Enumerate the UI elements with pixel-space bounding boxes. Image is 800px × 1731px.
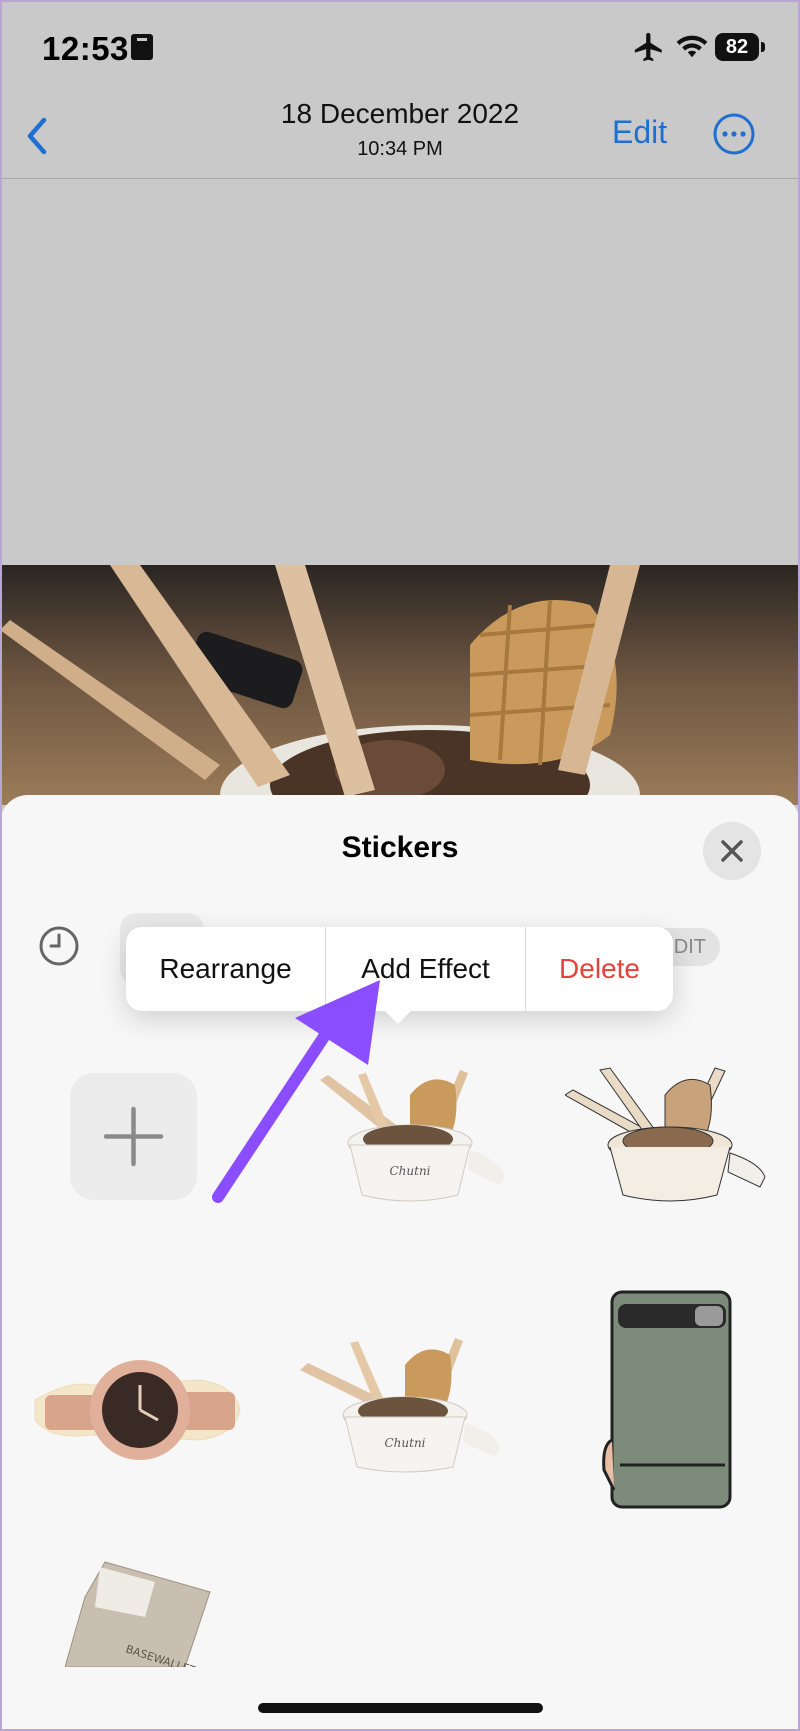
- ice-cream-cup-sticker-2[interactable]: Chutni: [295, 1335, 505, 1475]
- ice-cream-photo: [0, 565, 800, 805]
- nav-bar: 18 December 2022 10:34 PM Edit: [0, 92, 800, 179]
- nav-title: 18 December 2022: [280, 98, 520, 129]
- home-indicator[interactable]: [258, 1703, 543, 1713]
- nav-subtitle: 10:34 PM: [357, 138, 443, 160]
- clock-icon[interactable]: [38, 925, 80, 967]
- wifi-icon: [676, 35, 708, 58]
- phone-sticker[interactable]: [600, 1290, 735, 1510]
- book-icon: [131, 34, 153, 60]
- edit-button[interactable]: Edit: [612, 114, 667, 151]
- sheet-title: Stickers: [341, 831, 459, 864]
- close-icon[interactable]: [703, 822, 761, 880]
- wallet-sticker[interactable]: BASEWALLET: [65, 1557, 215, 1667]
- status-time: 12:53: [42, 30, 129, 67]
- add-sticker-button[interactable]: [70, 1073, 197, 1200]
- battery-indicator: 82: [715, 33, 765, 61]
- ice-cream-cup-comic-sticker[interactable]: [565, 1065, 775, 1205]
- wristwatch-sticker[interactable]: [30, 1340, 245, 1480]
- delete-menu-item[interactable]: Delete: [526, 927, 673, 1011]
- status-bar: 12:53 82: [0, 0, 800, 92]
- more-options-icon[interactable]: [712, 112, 756, 156]
- airplane-mode-icon: [634, 32, 662, 62]
- photo-background: [0, 565, 800, 805]
- svg-text:Chutni: Chutni: [384, 1436, 425, 1450]
- annotation-arrow: [212, 980, 380, 1203]
